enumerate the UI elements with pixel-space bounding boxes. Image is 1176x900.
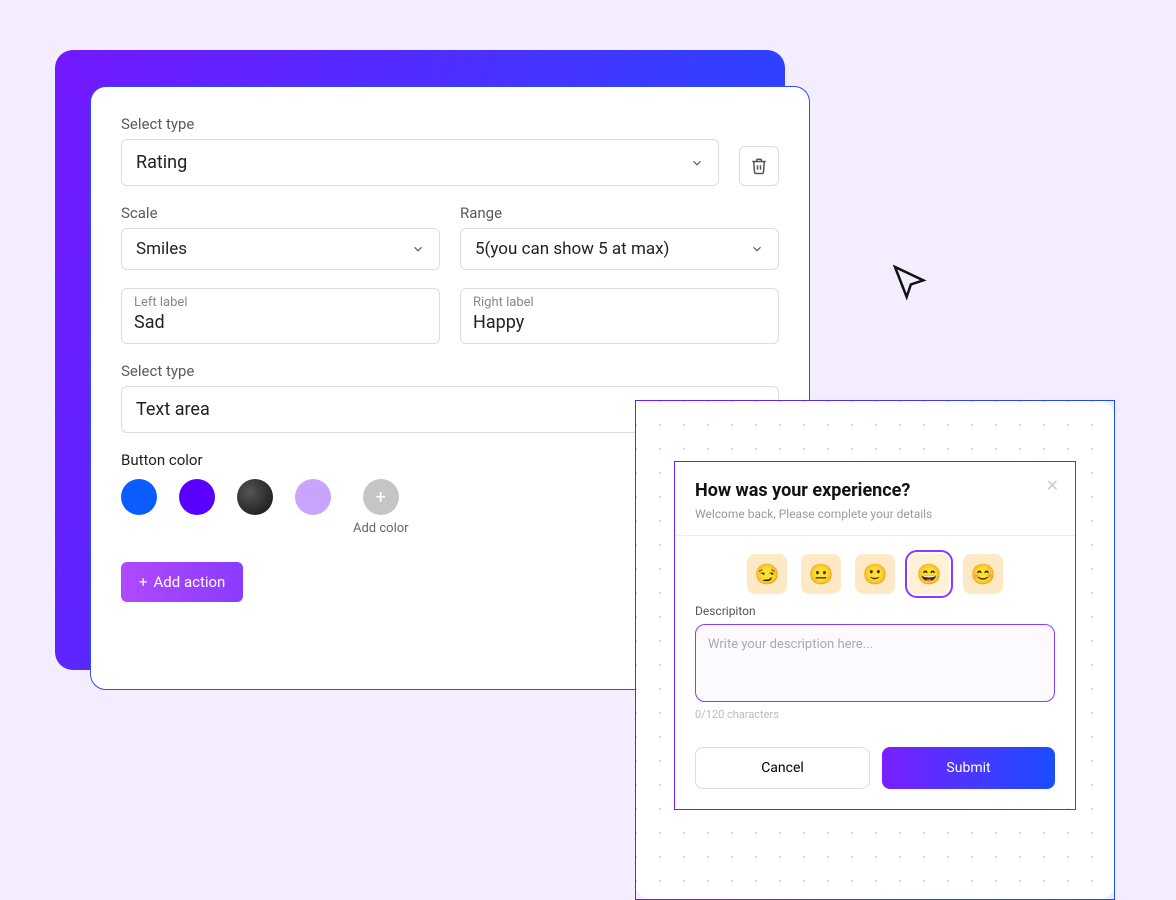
range-label: Range (460, 204, 779, 222)
add-color-button[interactable]: + (363, 479, 399, 515)
delete-button[interactable] (739, 146, 779, 186)
scale-value: Smiles (136, 239, 187, 259)
chevron-down-icon (411, 242, 425, 256)
left-label-caption: Left label (134, 295, 427, 310)
plus-icon: + (139, 573, 148, 591)
add-action-label: Add action (154, 573, 226, 591)
plus-icon: + (376, 487, 386, 508)
char-count: 0/120 characters (695, 708, 1055, 721)
color-swatch[interactable] (295, 479, 331, 515)
emoji-option[interactable]: 🙂 (855, 554, 895, 594)
emoji-option[interactable]: 😐 (801, 554, 841, 594)
type-select[interactable]: Rating (121, 139, 719, 186)
add-action-button[interactable]: + Add action (121, 562, 243, 602)
type-label: Select type (121, 115, 719, 133)
description-textarea[interactable]: Write your description here... (695, 624, 1055, 702)
add-color-caption: Add color (353, 521, 409, 536)
type2-value: Text area (136, 399, 210, 420)
scale-select[interactable]: Smiles (121, 228, 440, 270)
range-value: 5(you can show 5 at max) (475, 239, 669, 259)
range-select[interactable]: 5(you can show 5 at max) (460, 228, 779, 270)
right-label-input[interactable]: Right label Happy (460, 288, 779, 344)
trash-icon (750, 157, 768, 175)
emoji-option[interactable]: 😊 (963, 554, 1003, 594)
description-label: Descripiton (695, 604, 1055, 618)
left-label-value: Sad (134, 312, 427, 333)
chevron-down-icon (690, 156, 704, 170)
type2-label: Select type (121, 362, 779, 380)
preview-card: How was your experience? Welcome back, P… (674, 461, 1076, 810)
preview-title: How was your experience? (695, 480, 1055, 501)
cursor-icon (890, 262, 930, 302)
emoji-option[interactable]: 😏 (747, 554, 787, 594)
chevron-down-icon (750, 242, 764, 256)
submit-button[interactable]: Submit (882, 747, 1055, 789)
left-label-input[interactable]: Left label Sad (121, 288, 440, 344)
right-label-caption: Right label (473, 295, 766, 310)
cancel-button[interactable]: Cancel (695, 747, 870, 789)
preview-frame: How was your experience? Welcome back, P… (635, 400, 1115, 900)
color-swatch[interactable] (237, 479, 273, 515)
emoji-row: 😏 😐 🙂 😄 😊 (675, 536, 1075, 604)
scale-label: Scale (121, 204, 440, 222)
close-icon[interactable]: ✕ (1046, 476, 1059, 495)
emoji-option[interactable]: 😄 (909, 554, 949, 594)
color-swatch[interactable] (121, 479, 157, 515)
type-value: Rating (136, 152, 187, 173)
right-label-value: Happy (473, 312, 766, 333)
color-swatch[interactable] (179, 479, 215, 515)
preview-subtitle: Welcome back, Please complete your detai… (695, 507, 1055, 521)
